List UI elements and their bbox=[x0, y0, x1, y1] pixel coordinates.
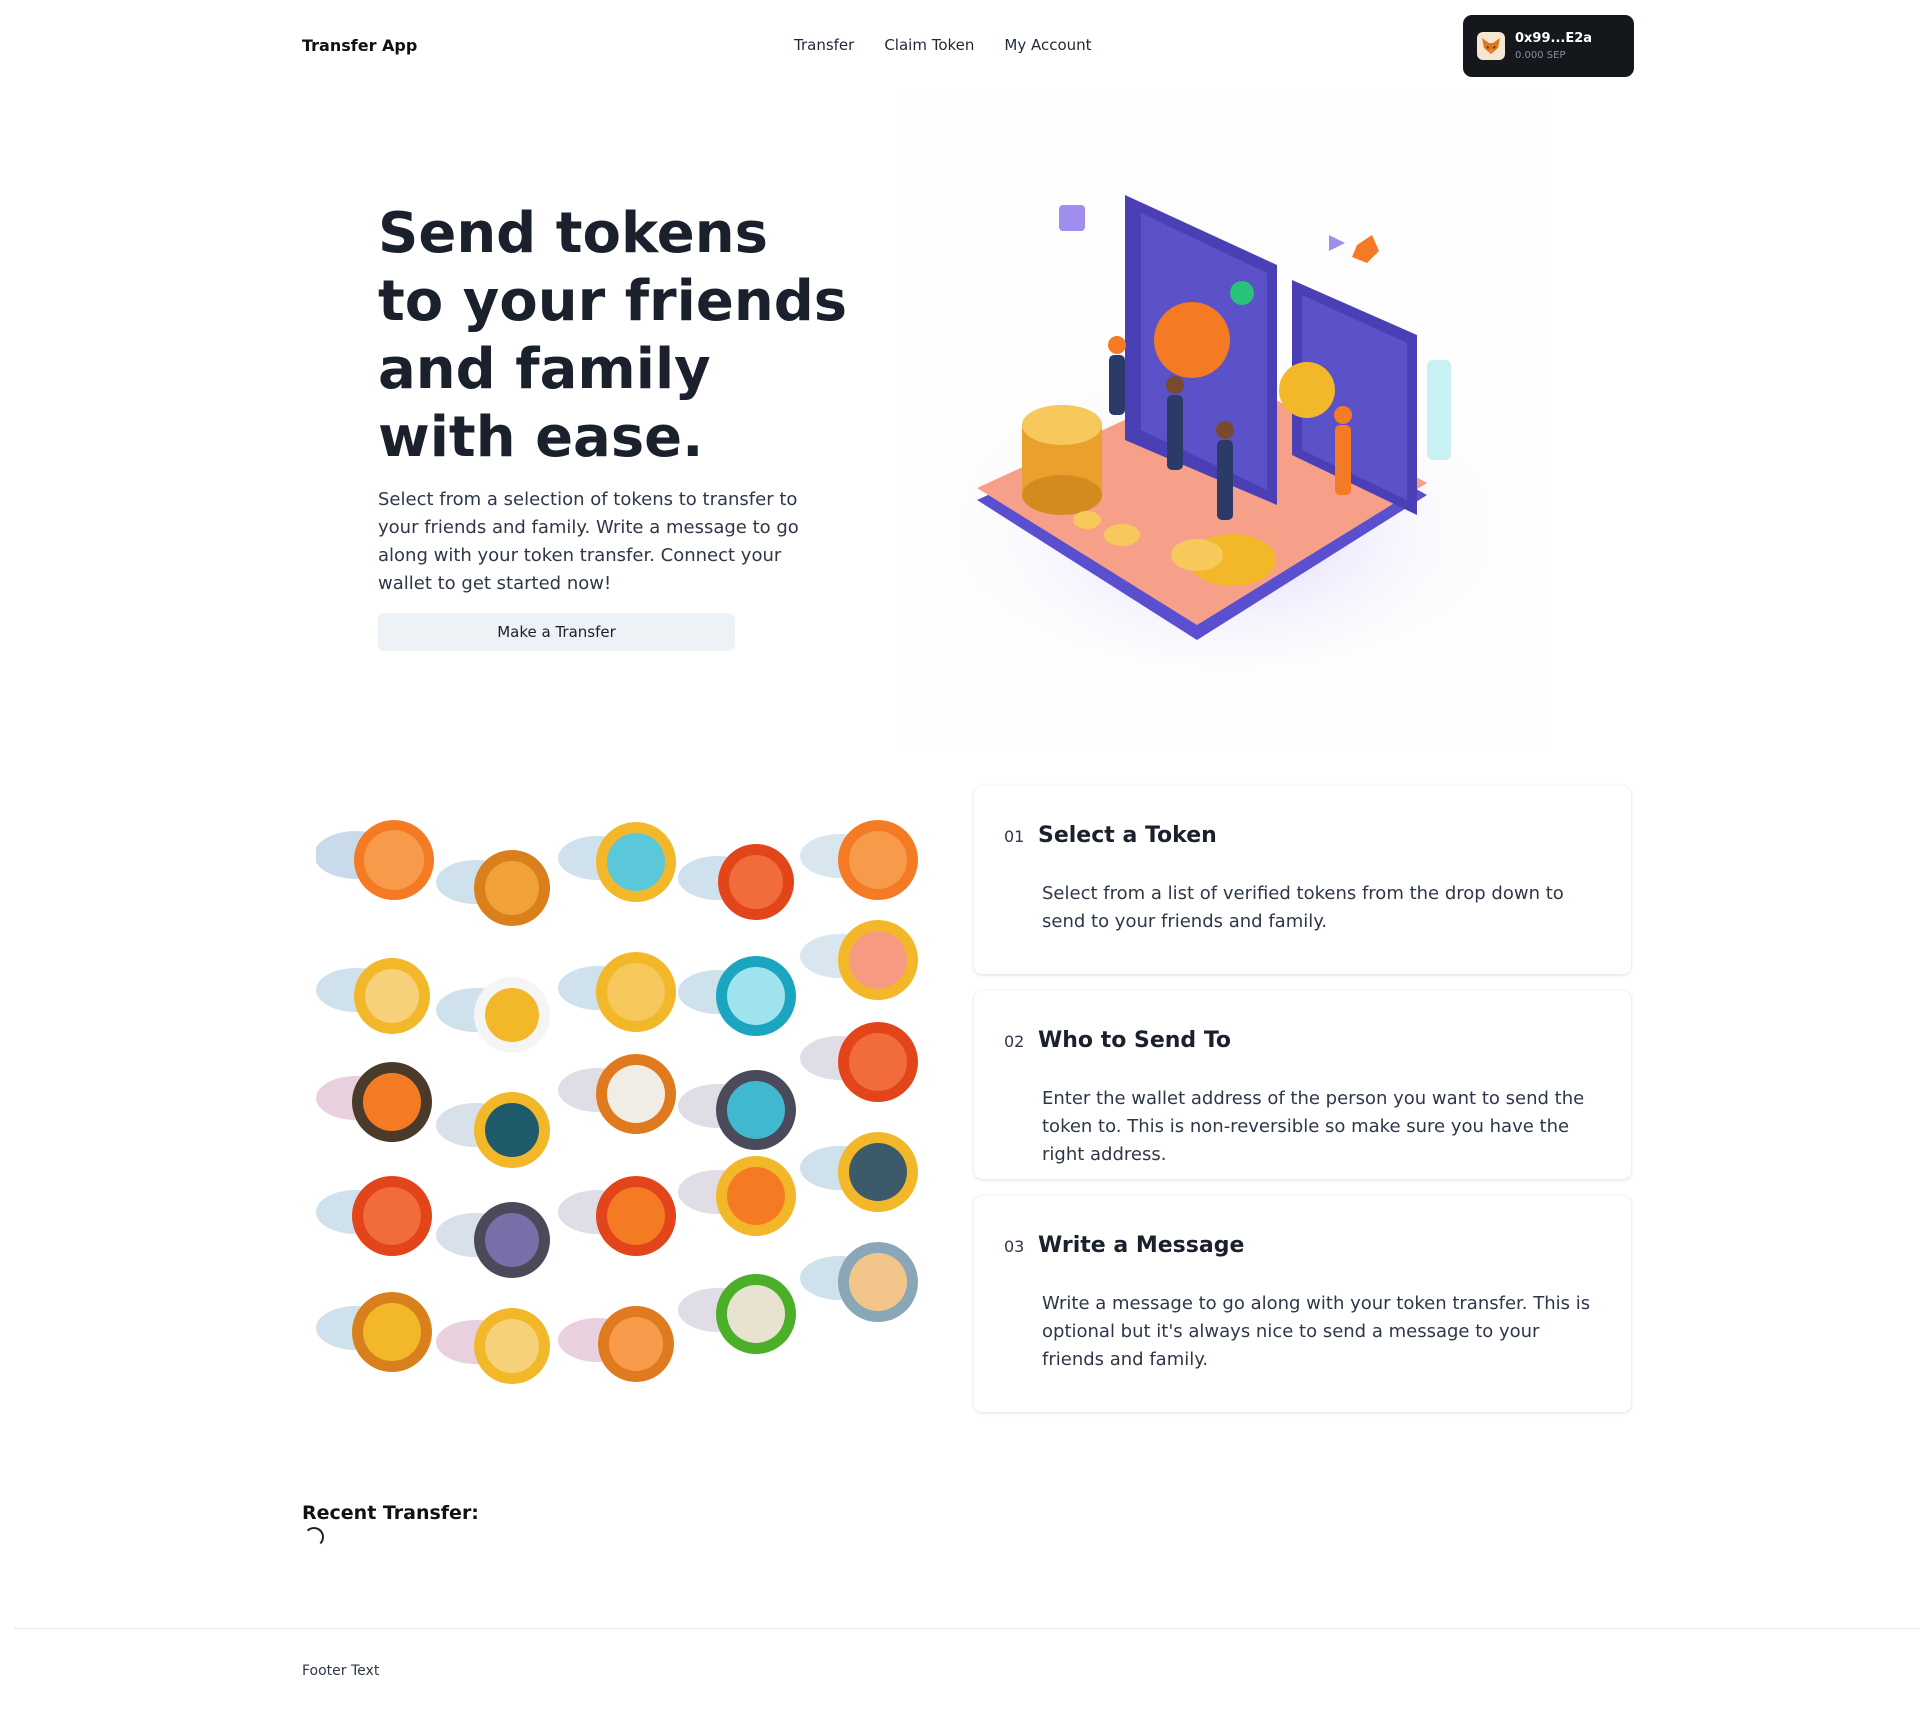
step-body: Enter the wallet address of the person y… bbox=[1042, 1088, 1585, 1165]
wallet-button[interactable]: 0x99...E2a 0.000 SEP bbox=[1463, 15, 1634, 77]
nav-link-transfer[interactable]: Transfer bbox=[794, 36, 854, 54]
make-transfer-button[interactable]: Make a Transfer bbox=[378, 613, 735, 651]
step-number: 01 bbox=[1004, 827, 1025, 846]
brand-logo[interactable]: Transfer App bbox=[302, 36, 417, 55]
footer-text: Footer Text bbox=[302, 1663, 380, 1679]
step-number: 03 bbox=[1004, 1237, 1025, 1256]
footer-divider bbox=[14, 1628, 1920, 1629]
nav-link-my-account[interactable]: My Account bbox=[1004, 36, 1091, 54]
step-card-who-to-send: 02 Who to Send To Enter the wallet addre… bbox=[974, 991, 1631, 1179]
step-body: Select from a list of verified tokens fr… bbox=[1042, 883, 1564, 932]
metamask-fox-icon bbox=[1477, 32, 1505, 60]
step-title: Who to Send To bbox=[1038, 1028, 1232, 1053]
nav-link-claim-token[interactable]: Claim Token bbox=[884, 36, 974, 54]
step-card-select-token: 01 Select a Token Select from a list of … bbox=[974, 786, 1631, 974]
step-title: Write a Message bbox=[1038, 1233, 1245, 1258]
step-card-write-message: 03 Write a Message Write a message to go… bbox=[974, 1196, 1631, 1412]
wallet-balance: 0.000 SEP bbox=[1515, 50, 1566, 61]
hero-title: Send tokens to your friends and family w… bbox=[378, 201, 848, 470]
recent-transfer-heading: Recent Transfer: bbox=[302, 1502, 479, 1524]
token-coins-illustration bbox=[314, 800, 936, 1410]
hero-illustration bbox=[897, 95, 1552, 750]
step-body: Write a message to go along with your to… bbox=[1042, 1293, 1591, 1370]
step-title: Select a Token bbox=[1038, 823, 1217, 848]
hero-description: Select from a selection of tokens to tra… bbox=[378, 489, 799, 594]
wallet-address: 0x99...E2a bbox=[1515, 31, 1593, 46]
top-nav: Transfer App Transfer Claim Token My Acc… bbox=[0, 0, 1920, 92]
loading-spinner-icon bbox=[304, 1527, 324, 1547]
step-number: 02 bbox=[1004, 1032, 1025, 1051]
nav-links: Transfer Claim Token My Account bbox=[794, 36, 1092, 54]
